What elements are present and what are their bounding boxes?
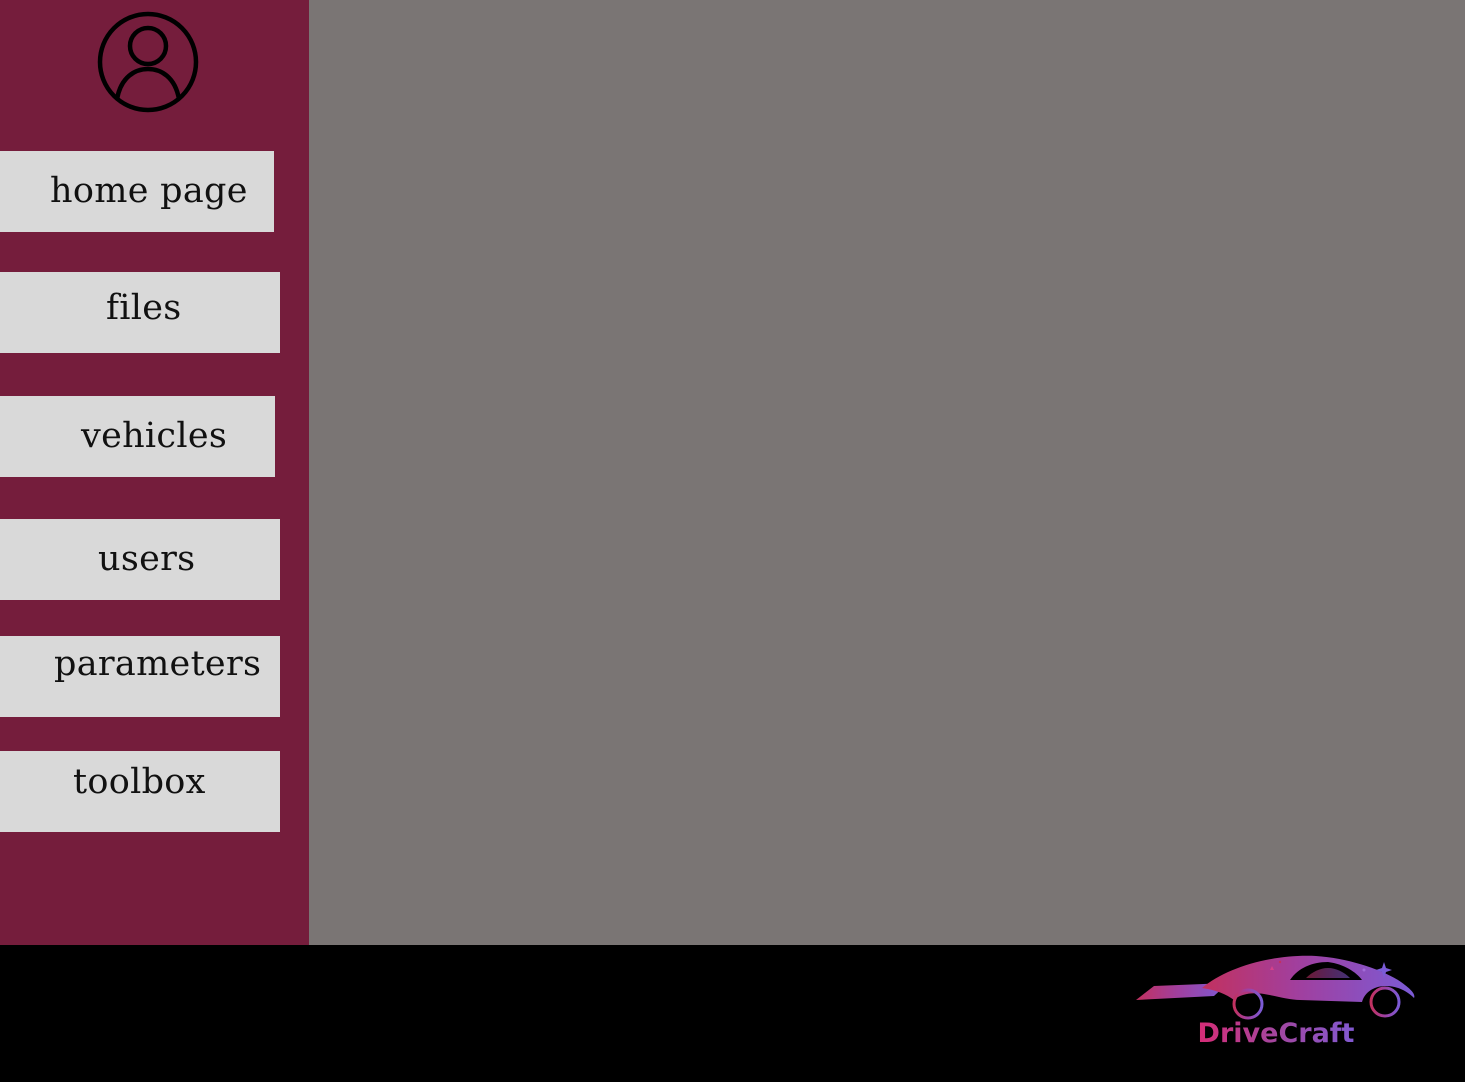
drivecraft-logo: DriveCraft (1136, 955, 1415, 1049)
sports-car-icon (1136, 955, 1415, 1020)
nav-button-files[interactable]: files (0, 272, 280, 353)
nav-button-label: toolbox (73, 762, 206, 802)
nav-button-label: files (106, 288, 182, 328)
nav-button-users[interactable]: users (0, 519, 280, 600)
nav-button-label: vehicles (81, 416, 228, 456)
nav-button-label: users (98, 539, 196, 579)
nav-button-vehicles[interactable]: vehicles (0, 396, 275, 477)
nav-button-label: parameters (54, 644, 262, 684)
sidebar: home page files vehicles users parameter… (0, 0, 309, 945)
user-avatar-icon[interactable] (97, 11, 199, 113)
nav-button-label: home page (50, 171, 248, 211)
logo-text: DriveCraft (1198, 1018, 1355, 1049)
nav-button-home-page[interactable]: home page (0, 151, 274, 232)
nav-button-parameters[interactable]: parameters (0, 636, 280, 717)
nav-button-toolbox[interactable]: toolbox (0, 751, 280, 832)
main-content-area (309, 0, 1465, 945)
